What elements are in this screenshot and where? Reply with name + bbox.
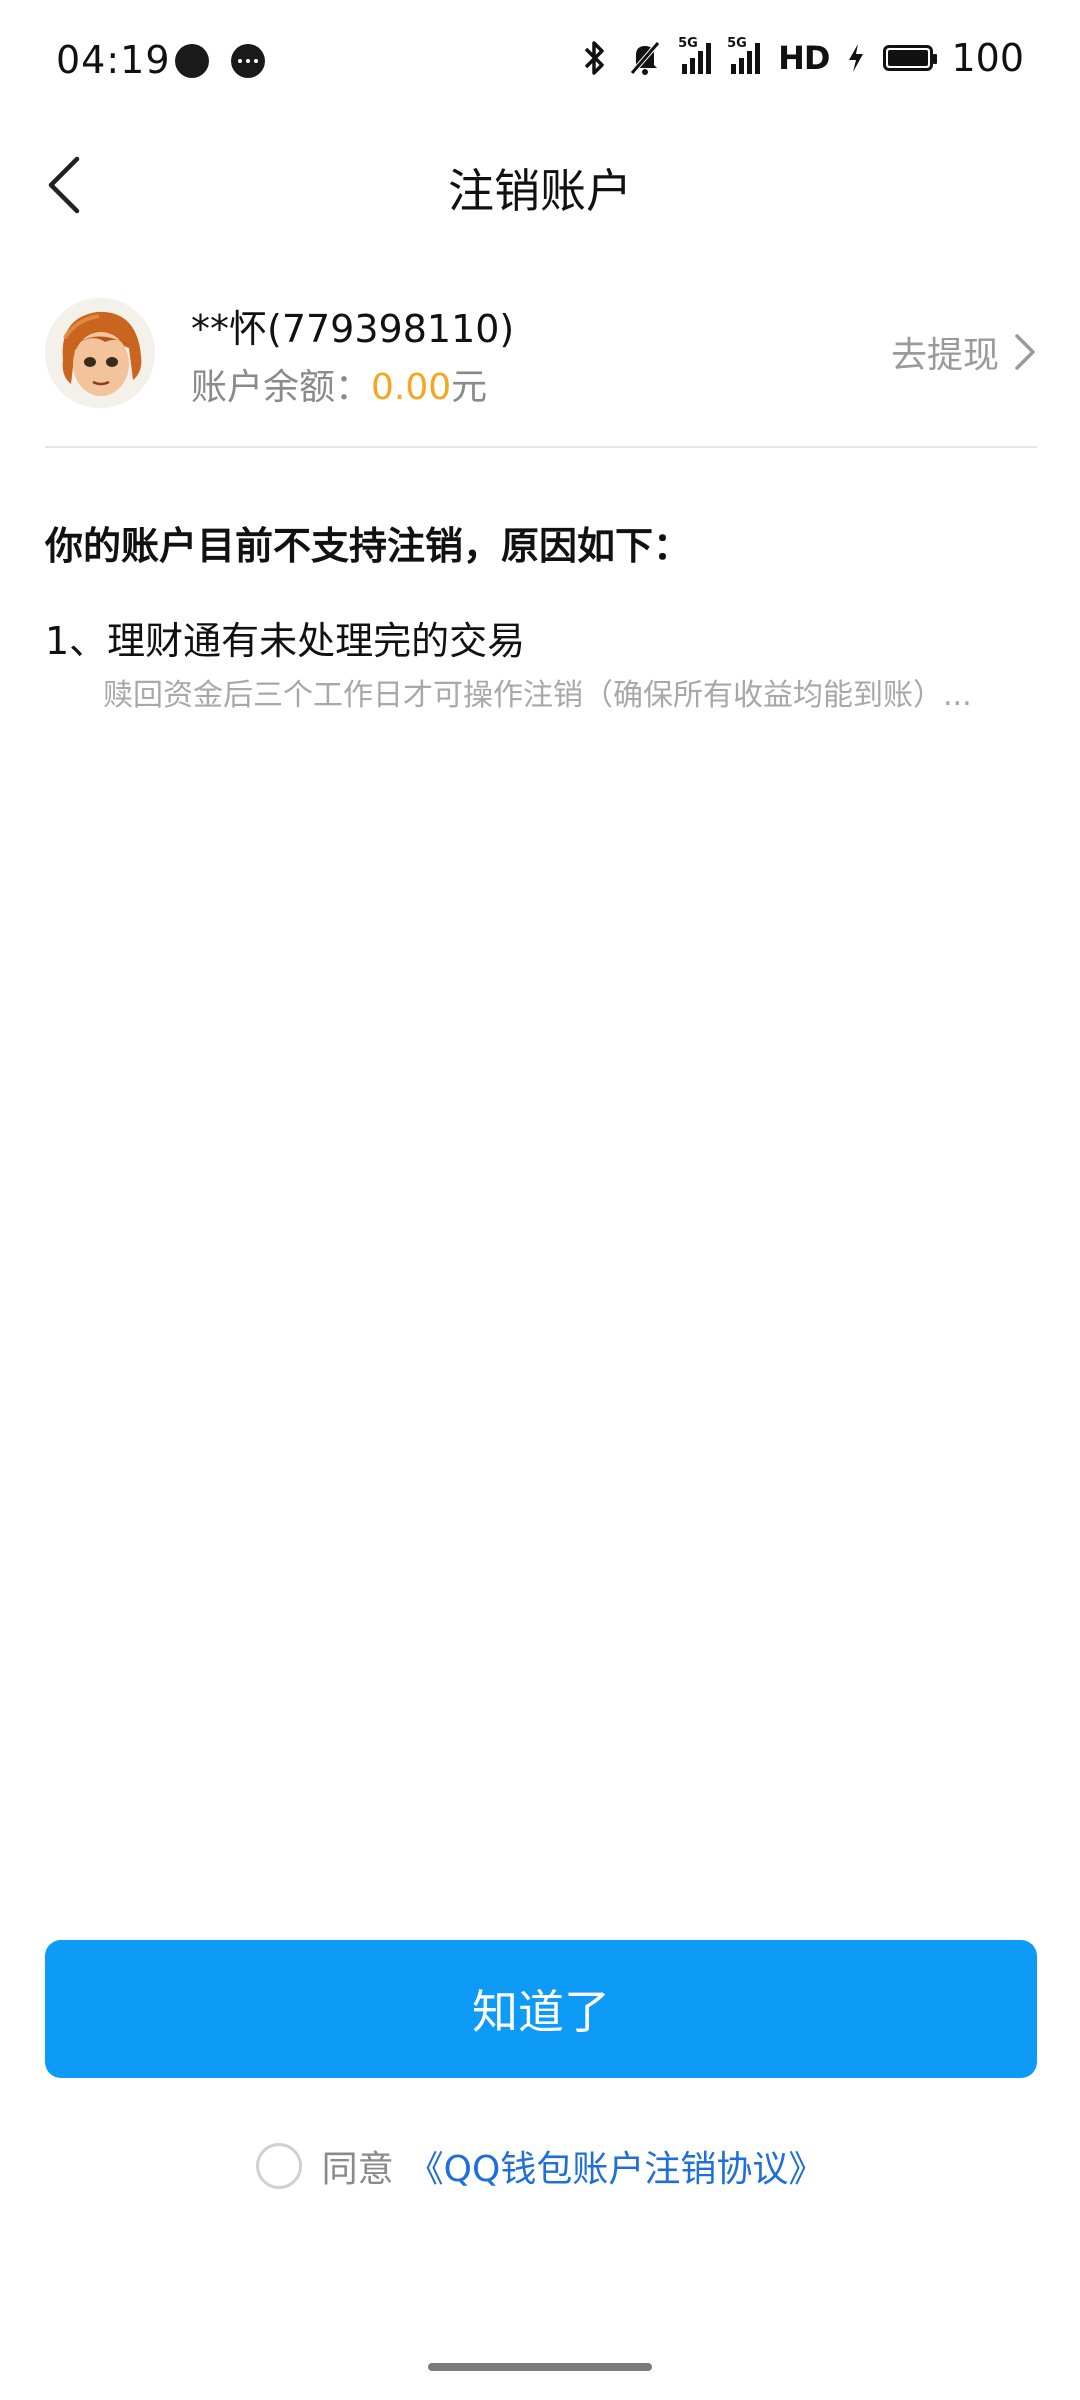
charging-bolt-icon xyxy=(847,38,865,78)
page-title: 注销账户 xyxy=(448,164,632,218)
mute-bell-icon xyxy=(628,38,662,78)
balance-amount: 0.00 xyxy=(371,367,452,408)
reason-item-title: 1、理财通有未处理完的交易 xyxy=(45,619,526,663)
app-root: 04:19 5G 5G HD 100 注销账户 **怀(779398110) 账… xyxy=(0,0,1080,2400)
battery-icon xyxy=(883,45,938,71)
account-row: **怀(779398110) 账户余额：0.00元 去提现 xyxy=(45,270,1037,448)
agreement-row: 同意 《QQ钱包账户注销协议》 xyxy=(0,2138,1080,2194)
balance-label: 账户余额： xyxy=(191,367,372,408)
status-bar: 04:19 5G 5G HD 100 xyxy=(0,0,1080,125)
agreement-link[interactable]: 《QQ钱包账户注销协议》 xyxy=(408,2140,825,2192)
withdraw-link[interactable]: 去提现 xyxy=(891,322,1037,382)
got-it-button[interactable]: 知道了 xyxy=(45,1940,1037,2078)
withdraw-label: 去提现 xyxy=(890,335,999,376)
agreement-checkbox[interactable] xyxy=(255,2143,302,2189)
signal-tag-2: 5G xyxy=(727,36,747,51)
signal-tag-1: 5G xyxy=(678,36,698,51)
battery-level: 100 xyxy=(951,36,1024,80)
signal-5g-icon-2: 5G xyxy=(727,36,761,74)
account-name: **怀(779398110) xyxy=(191,307,515,351)
message-notification-icon xyxy=(231,44,265,78)
account-balance: 账户余额：0.00元 xyxy=(191,358,487,410)
reason-item-description: 赎回资金后三个工作日才可操作注销（确保所有收益均能到账）... xyxy=(103,678,972,713)
reason-heading: 你的账户目前不支持注销，原因如下： xyxy=(45,524,692,568)
balance-unit: 元 xyxy=(451,367,488,408)
avatar xyxy=(45,298,155,408)
signal-5g-icon-1: 5G xyxy=(678,36,712,74)
status-right-group: 5G 5G HD 100 xyxy=(580,36,1024,80)
chevron-right-icon xyxy=(1015,334,1035,370)
bluetooth-icon xyxy=(580,38,610,78)
navigation-bar: 注销账户 xyxy=(0,125,1080,245)
status-time: 04:19 xyxy=(56,38,171,82)
home-indicator[interactable] xyxy=(428,2363,652,2371)
hd-voice-indicator: HD xyxy=(778,39,830,77)
chat-notification-icon xyxy=(175,44,209,78)
agreement-label: 同意 xyxy=(321,2149,394,2190)
